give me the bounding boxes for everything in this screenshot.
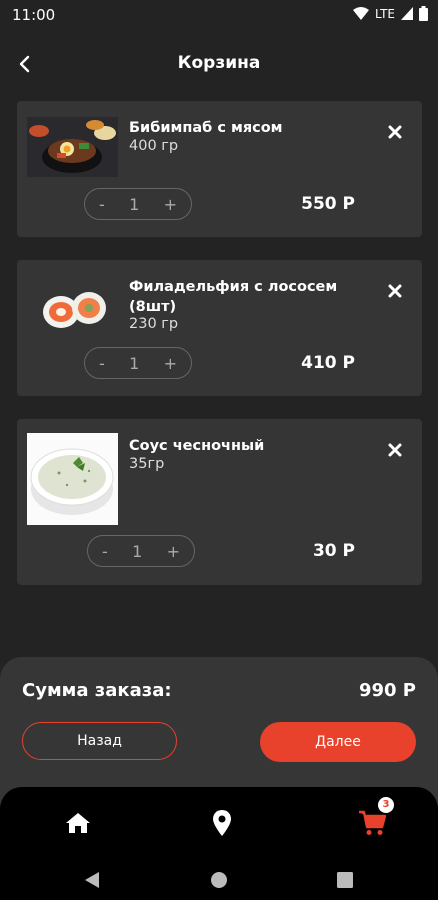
remove-x-icon — [388, 443, 402, 457]
nav-cart[interactable]: 3 — [354, 797, 394, 841]
item-weight: 35гр — [129, 456, 165, 472]
triangle-back-icon — [85, 872, 99, 888]
item-name: Соус чесночный — [129, 438, 265, 454]
nav-location[interactable] — [204, 805, 240, 841]
cart-item: Бибимпаб с мясом 400 гр - 1 + 550 Р — [17, 101, 422, 237]
top-bar: Корзина — [0, 40, 438, 90]
quantity-stepper: - 1 + — [84, 347, 192, 379]
status-bar: 11:00 LTE — [0, 0, 438, 30]
home-icon — [66, 813, 90, 833]
remove-item-button[interactable] — [386, 441, 404, 459]
decrease-quantity-button[interactable]: - — [102, 542, 108, 561]
quantity-stepper: - 1 + — [84, 188, 192, 220]
next-button[interactable]: Далее — [260, 722, 416, 762]
battery-icon — [419, 6, 428, 21]
quantity-stepper: - 1 + — [87, 535, 195, 567]
wifi-icon — [353, 7, 370, 20]
system-recents-button[interactable] — [333, 868, 357, 892]
nav-home[interactable] — [60, 805, 96, 841]
page-title: Корзина — [177, 53, 261, 73]
remove-x-icon — [388, 125, 402, 139]
item-image — [27, 117, 118, 177]
item-weight: 400 гр — [129, 138, 179, 154]
system-home-button[interactable] — [207, 868, 231, 892]
system-back-button[interactable] — [80, 868, 104, 892]
circle-home-icon — [211, 872, 227, 888]
cart-item: Филадельфия с лососем (8шт) 230 гр - 1 +… — [17, 260, 422, 396]
remove-x-icon — [388, 284, 402, 298]
item-image — [27, 433, 118, 525]
system-nav-bar — [0, 860, 438, 900]
order-total-value: 990 Р — [358, 680, 416, 701]
cart-icon — [359, 810, 386, 835]
signal-icon — [401, 7, 413, 20]
item-weight: 230 гр — [129, 316, 179, 332]
item-price: 550 Р — [301, 194, 355, 214]
order-summary: Сумма заказа: 990 Р Назад Далее — [0, 657, 438, 807]
decrease-quantity-button[interactable]: - — [99, 195, 105, 214]
location-pin-icon — [213, 810, 231, 836]
cart-badge: 3 — [378, 797, 394, 813]
quantity-value: 1 — [129, 194, 140, 214]
remove-item-button[interactable] — [386, 123, 404, 141]
bottom-nav: 3 — [0, 787, 438, 860]
status-icons: LTE — [353, 6, 428, 21]
status-time: 11:00 — [12, 6, 56, 24]
order-total-label: Сумма заказа: — [22, 680, 172, 701]
item-price: 410 Р — [301, 353, 355, 373]
item-image — [39, 286, 109, 332]
cart-item: Соус чесночный 35гр - 1 + 30 Р — [17, 419, 422, 585]
remove-item-button[interactable] — [386, 282, 404, 300]
quantity-value: 1 — [132, 541, 143, 561]
item-price: 30 Р — [312, 541, 355, 561]
increase-quantity-button[interactable]: + — [167, 542, 180, 561]
item-name: Филадельфия с лососем (8шт) — [129, 279, 338, 315]
increase-quantity-button[interactable]: + — [164, 195, 177, 214]
square-recents-icon — [337, 872, 353, 888]
increase-quantity-button[interactable]: + — [164, 354, 177, 373]
quantity-value: 1 — [129, 353, 140, 373]
back-outline-button[interactable]: Назад — [22, 722, 177, 760]
item-name: Бибимпаб с мясом — [129, 120, 283, 136]
network-type: LTE — [375, 6, 395, 21]
decrease-quantity-button[interactable]: - — [99, 354, 105, 373]
